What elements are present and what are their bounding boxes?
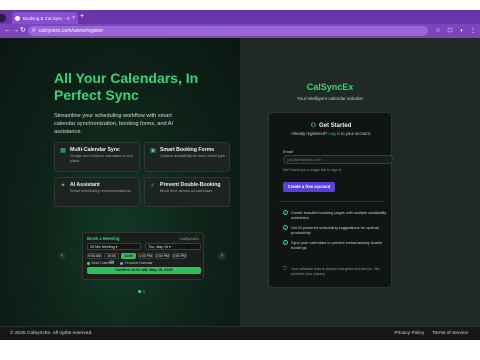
feature-description: Custom availability for each event type.	[160, 154, 227, 158]
benefit-item: ✓ Get AI-powered scheduling suggestions …	[283, 225, 387, 235]
time-slot-button[interactable]: 3:00 PM	[172, 253, 187, 259]
benefit-item: ✓ Create beautiful booking pages with mu…	[283, 210, 387, 220]
page-footer: © 2025 CalSyncEx. All rights reserved. P…	[0, 326, 480, 340]
url-text: calsyncex.com/users/register	[38, 28, 104, 34]
feature-description: Google and Outlook calendars in one plac…	[70, 154, 133, 163]
time-slot-button[interactable]: 1:00 PM	[138, 253, 153, 259]
chevron-down-icon: ▾	[168, 245, 171, 249]
legend-dot-icon	[87, 261, 90, 265]
carousel-next-button[interactable]: ›	[218, 252, 226, 260]
feature-title: AI Assistant	[70, 182, 100, 188]
date-select[interactable]: Thu, May 15 ▾	[145, 243, 201, 250]
legend-label: Personal Calendar	[124, 261, 153, 265]
feature-title: Multi-Calendar Sync	[70, 147, 120, 153]
get-started-label: Get Started	[319, 123, 352, 129]
bookmark-star-icon[interactable]: ☆	[434, 27, 442, 35]
time-slot-button[interactable]: 11:00 AM	[121, 253, 136, 264]
email-label: Email	[283, 149, 294, 154]
legend-item: Personal Calendar	[120, 261, 153, 265]
booking-title: Book a Meeting	[87, 236, 120, 241]
shield-check-icon: ✓	[150, 183, 156, 189]
signup-card: ⚇ Get Started Already registered? Log in …	[268, 112, 393, 288]
chevron-down-icon: ▾	[115, 245, 118, 249]
security-note: ⛉ Your calendar data is always encrypted…	[283, 267, 387, 276]
already-registered-text: Already registered?	[291, 131, 328, 136]
time-slot-button[interactable]: 9:00 AM	[87, 253, 102, 259]
feature-card-prevent-double-booking: ✓ Prevent Double-Booking Block time acro…	[144, 177, 230, 207]
check-circle-icon: ✓	[283, 240, 288, 245]
time-slot-button[interactable]: 10:00 AM	[104, 253, 119, 264]
browser-tab[interactable]: Booking & Cal Sync - CalSyncEx ×	[12, 12, 78, 24]
calendar-icon: ▦	[60, 148, 66, 154]
booking-preview-card: Book a Meeting CalSyncEx 30 Min Meeting …	[82, 232, 204, 280]
profile-icon[interactable]: ◐	[458, 27, 466, 35]
check-circle-icon: ✓	[283, 225, 288, 230]
carousel-dots	[138, 290, 145, 293]
terms-of-service-link[interactable]: Terms of Service	[432, 331, 468, 336]
time-slot-button[interactable]: 2:00 PM	[155, 253, 170, 259]
shield-icon: ⛉	[283, 266, 287, 272]
confirm-booking-button[interactable]: Confirm 11:00 AM, May 15, 2025	[87, 267, 201, 274]
feature-description: Block time across all calendars.	[160, 189, 214, 193]
email-field[interactable]	[283, 155, 393, 164]
meeting-type-select[interactable]: 30 Min Meeting ▾	[87, 243, 141, 250]
marketing-panel: All Your Calendars, In Perfect Sync Stre…	[0, 38, 240, 326]
security-text: Your calendar data is always encrypted a…	[291, 267, 380, 276]
benefit-text: Sync your calendars to prevent embarrass…	[291, 240, 383, 250]
hero-title: All Your Calendars, In Perfect Sync	[54, 70, 199, 103]
extension-icon[interactable]: ⬡	[446, 27, 454, 35]
new-tab-button[interactable]: +	[80, 12, 84, 22]
booking-brand: CalSyncEx	[179, 236, 199, 241]
site-info-icon[interactable]: ⚲	[32, 28, 36, 34]
forward-icon[interactable]: →	[12, 24, 19, 38]
benefit-text: Create beautiful booking pages with mult…	[291, 210, 387, 220]
feature-card-smart-booking-forms: ▣ Smart Booking Forms Custom availabilit…	[144, 142, 230, 172]
email-hint: We'll send you a magic link to sign in	[283, 168, 342, 172]
legend-item: Work Calendar	[87, 261, 114, 265]
legend-dot-icon	[120, 261, 124, 265]
reload-icon[interactable]: ↻	[20, 24, 26, 38]
back-icon[interactable]: ←	[4, 24, 11, 38]
feature-card-multi-calendar-sync: ▦ Multi-Calendar Sync Google and Outlook…	[54, 142, 140, 172]
footer-links: Privacy Policy Terms of Service	[394, 331, 468, 336]
screenshot-frame: Booking & Cal Sync - CalSyncEx × + ← → ↻…	[0, 0, 480, 360]
calendar-legend: Work Calendar Personal Calendar	[87, 261, 153, 265]
brand-name: CalSyncEx	[306, 82, 354, 92]
carousel-dot[interactable]	[142, 290, 145, 293]
user-plus-icon: ⚇	[310, 123, 317, 129]
get-started-heading: ⚇ Get Started	[269, 122, 393, 129]
form-icon: ▣	[150, 148, 156, 154]
carousel-prev-button[interactable]: ‹	[58, 252, 66, 260]
login-link[interactable]: Log in	[329, 131, 340, 136]
feature-card-ai-assistant: ✦ AI Assistant Smart scheduling recommen…	[54, 177, 140, 207]
benefit-item: ✓ Sync your calendars to prevent embarra…	[283, 240, 387, 250]
divider	[279, 201, 383, 202]
tab-title: Booking & Cal Sync - CalSyncEx	[23, 15, 71, 21]
brand-tagline: Your intelligent calendar solution	[297, 96, 363, 101]
benefit-text: Get AI-powered scheduling suggestions fo…	[291, 225, 379, 235]
feature-title: Prevent Double-Booking	[160, 182, 221, 188]
page-content: All Your Calendars, In Perfect Sync Stre…	[0, 38, 480, 326]
hero-subtitle: Streamline your scheduling workflow with…	[54, 113, 174, 135]
tab-close-icon[interactable]: ×	[72, 15, 75, 21]
address-bar[interactable]: ⚲ calsyncex.com/users/register	[28, 26, 428, 36]
create-account-button[interactable]: Create a free account	[283, 182, 335, 192]
date-value: Thu, May 15	[148, 245, 168, 249]
time-slot-list: 9:00 AM 10:00 AM 11:00 AM 1:00 PM 2:00 PM 3:0…	[87, 253, 187, 264]
sparkle-icon: ✦	[60, 183, 66, 189]
feature-title: Smart Booking Forms	[160, 147, 215, 153]
browser-menu-icon[interactable]: ⋮	[469, 27, 477, 35]
check-circle-icon: ✓	[283, 210, 288, 215]
favicon-icon	[15, 15, 20, 21]
carousel-dot[interactable]	[138, 290, 141, 293]
meeting-type-value: 30 Min Meeting	[90, 245, 115, 249]
privacy-policy-link[interactable]: Privacy Policy	[394, 331, 424, 336]
signup-panel: CalSyncEx Your intelligent calendar solu…	[240, 38, 480, 326]
to-account-text: to your account.	[341, 131, 371, 136]
legend-label: Work Calendar	[91, 261, 115, 265]
feature-description: Smart scheduling recommendations.	[70, 189, 132, 193]
login-prompt: Already registered? Log in to your accou…	[269, 131, 393, 136]
copyright-text: © 2025 CalSyncEx. All rights reserved.	[10, 331, 93, 336]
